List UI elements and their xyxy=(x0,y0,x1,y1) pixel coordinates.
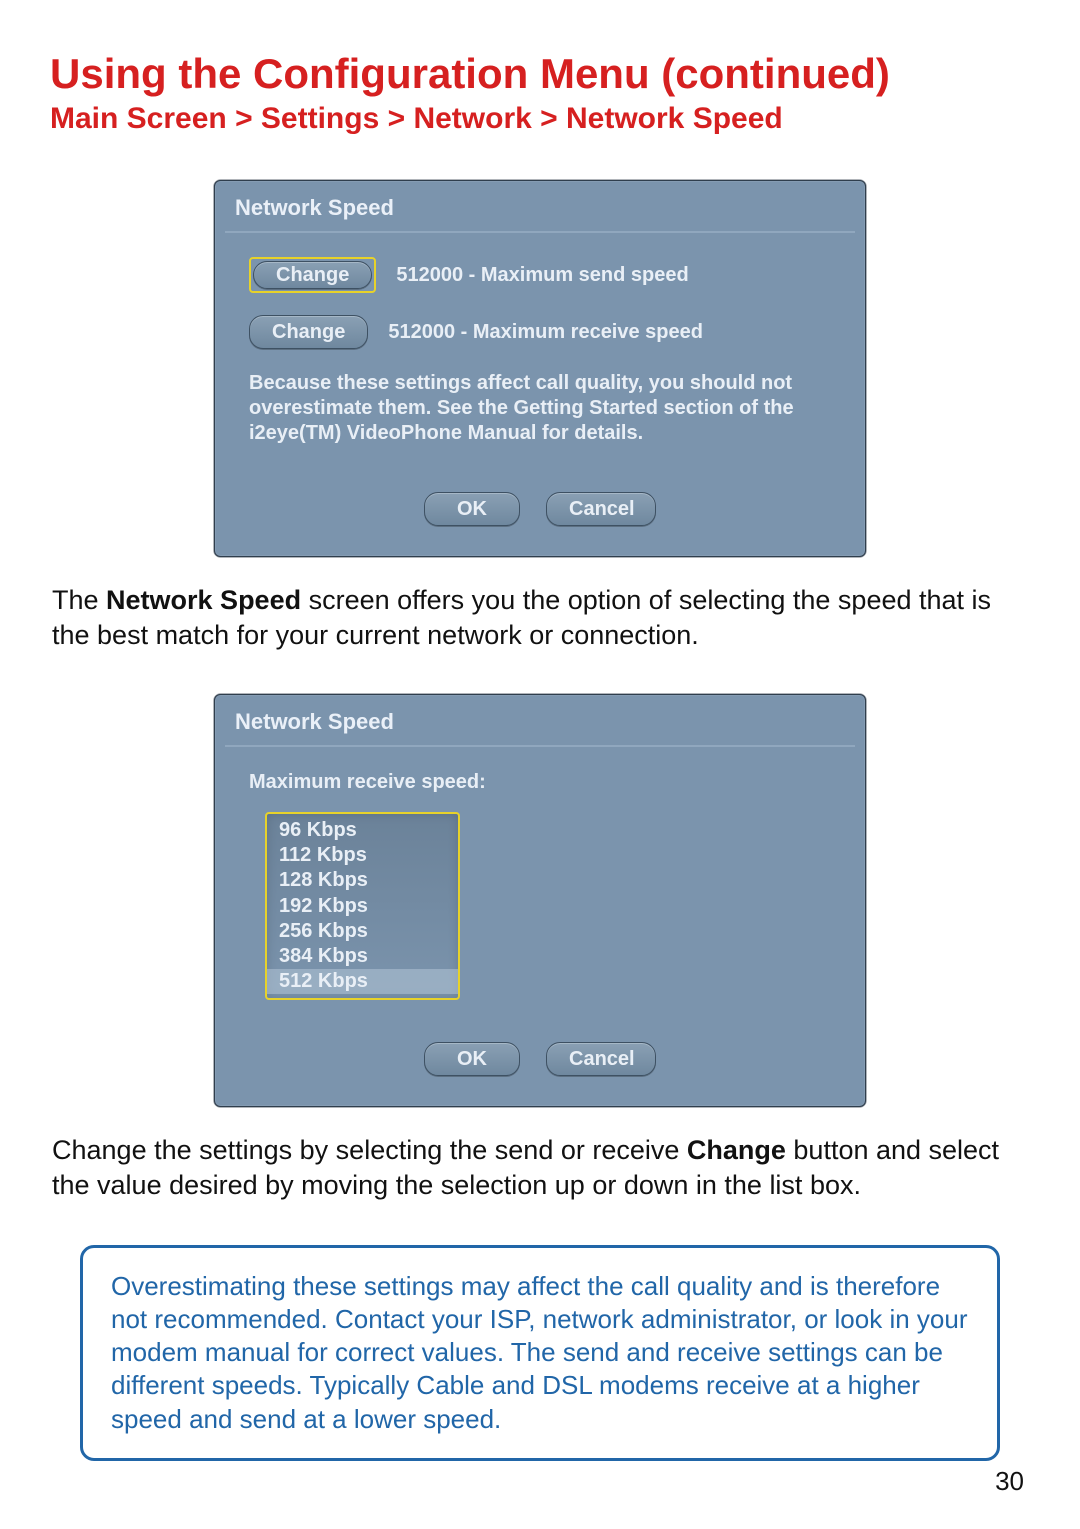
info-note-text: Overestimating these settings may affect… xyxy=(111,1270,969,1436)
cancel-button-2[interactable]: Cancel xyxy=(546,1042,656,1076)
dialog-note-text: Because these settings affect call quali… xyxy=(249,371,831,446)
para1-bold: Network Speed xyxy=(106,585,301,615)
dialog-header: Network Speed xyxy=(225,191,855,233)
send-speed-row: Change 512000 - Maximum send speed xyxy=(249,257,831,293)
speed-option[interactable]: 192 Kbps xyxy=(267,894,458,919)
dialog-title-2: Network Speed xyxy=(235,709,845,735)
speed-option[interactable]: 96 Kbps xyxy=(267,818,458,843)
speed-option[interactable]: 384 Kbps xyxy=(267,944,458,969)
speed-option[interactable]: 512 Kbps xyxy=(267,969,458,994)
para2-bold: Change xyxy=(687,1135,786,1165)
dialog-title: Network Speed xyxy=(235,195,845,221)
network-speed-dialog-2: Network Speed Maximum receive speed: 96 … xyxy=(214,694,866,1107)
dialog-footer-2: OK Cancel xyxy=(249,1042,831,1076)
dialog-header-2: Network Speed xyxy=(225,705,855,747)
speed-option[interactable]: 256 Kbps xyxy=(267,919,458,944)
highlight-send-change: Change xyxy=(249,257,376,293)
speed-option[interactable]: 112 Kbps xyxy=(267,843,458,868)
change-receive-button[interactable]: Change xyxy=(249,315,368,349)
dialog-footer: OK Cancel xyxy=(249,492,831,526)
paragraph-2: Change the settings by selecting the sen… xyxy=(52,1133,1028,1202)
speed-listbox[interactable]: 96 Kbps112 Kbps128 Kbps192 Kbps256 Kbps3… xyxy=(265,812,460,1000)
send-speed-value: 512000 - Maximum send speed xyxy=(396,264,688,287)
speed-option[interactable]: 128 Kbps xyxy=(267,868,458,893)
receive-speed-row: Change 512000 - Maximum receive speed xyxy=(249,315,831,349)
receive-speed-field-label: Maximum receive speed: xyxy=(249,771,831,794)
network-speed-dialog-1: Network Speed Change 512000 - Maximum se… xyxy=(214,180,866,557)
dialog-body-2: Maximum receive speed: 96 Kbps112 Kbps12… xyxy=(225,747,855,1084)
paragraph-1: The Network Speed screen offers you the … xyxy=(52,583,1028,652)
page-number: 30 xyxy=(995,1466,1024,1497)
ok-button-2[interactable]: OK xyxy=(424,1042,520,1076)
breadcrumb: Main Screen > Settings > Network > Netwo… xyxy=(50,102,1030,136)
cancel-button[interactable]: Cancel xyxy=(546,492,656,526)
receive-speed-value: 512000 - Maximum receive speed xyxy=(388,321,703,344)
page-title: Using the Configuration Menu (continued) xyxy=(50,50,1030,98)
ok-button[interactable]: OK xyxy=(424,492,520,526)
dialog-body: Change 512000 - Maximum send speed Chang… xyxy=(225,233,855,534)
change-send-button[interactable]: Change xyxy=(253,261,372,289)
info-note-box: Overestimating these settings may affect… xyxy=(80,1245,1000,1461)
para1-pre: The xyxy=(52,585,106,615)
para2-pre: Change the settings by selecting the sen… xyxy=(52,1135,687,1165)
